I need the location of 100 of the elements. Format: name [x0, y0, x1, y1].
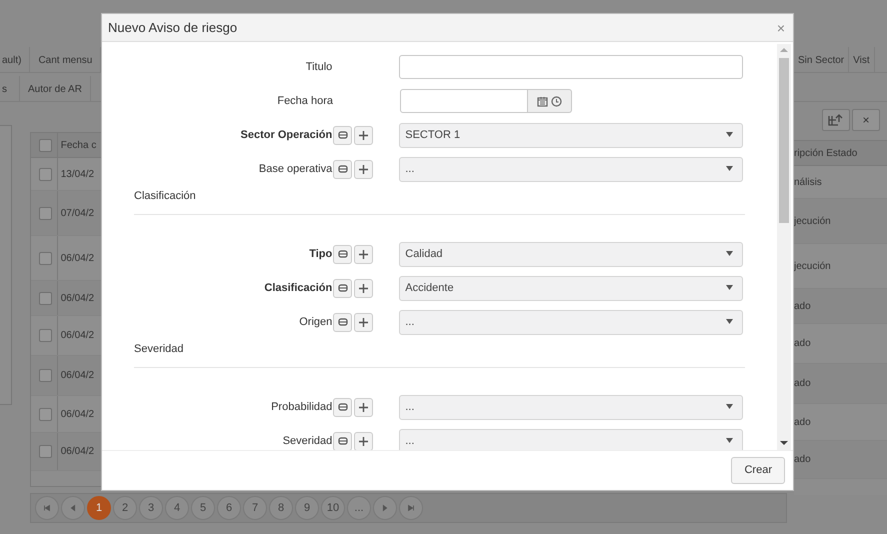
text-field[interactable] [399, 55, 743, 79]
table-cell-text: 07/04/2 [60, 206, 94, 220]
list-button[interactable] [333, 432, 352, 450]
tab[interactable]: s [0, 76, 20, 101]
calendar-icon [537, 96, 548, 106]
row-checkbox[interactable] [39, 168, 52, 180]
table-cell-text: jecución [794, 214, 831, 228]
page-button[interactable]: 5 [191, 496, 215, 520]
add-button[interactable] [354, 244, 374, 264]
page-button[interactable]: 7 [243, 496, 267, 520]
page-button[interactable]: ... [347, 496, 371, 520]
first-page-icon [42, 503, 52, 513]
page-nav-button[interactable] [35, 496, 59, 520]
page-nav-button[interactable] [61, 496, 85, 520]
tab[interactable]: Vist [849, 47, 875, 72]
field-label: Severidad [282, 434, 332, 449]
tab[interactable]: ault) [0, 47, 30, 72]
table-cell-text: jecución [794, 260, 831, 274]
clear-button[interactable]: × [852, 109, 880, 131]
list-button[interactable] [333, 126, 352, 144]
close-button[interactable]: × [776, 20, 785, 34]
list-icon [338, 165, 348, 173]
create-button[interactable]: Crear [731, 457, 785, 484]
page-button[interactable]: 6 [217, 496, 241, 520]
page-button[interactable]: 10 [321, 496, 345, 520]
clock-icon [551, 96, 562, 106]
list-button[interactable] [333, 244, 352, 264]
list-button[interactable] [333, 160, 352, 178]
page-nav-button[interactable] [399, 496, 423, 520]
select-field[interactable]: ... [399, 156, 743, 182]
select-field[interactable]: ... [399, 394, 743, 420]
field-label: Tipo [308, 246, 332, 262]
down-arrow-icon[interactable] [780, 440, 788, 446]
list-button[interactable] [333, 278, 352, 298]
page-button[interactable]: 8 [269, 496, 293, 520]
field-label: Fecha hora [276, 94, 333, 109]
select-value: ... [405, 434, 414, 449]
table-cell-text: 06/04/2 [60, 252, 94, 266]
table-cell-text: ado [794, 300, 811, 314]
list-button[interactable] [333, 398, 352, 416]
plus-icon [359, 318, 368, 326]
previous-page-icon [68, 503, 78, 513]
select-value: Accidente [405, 280, 454, 296]
last-page-icon [406, 503, 416, 513]
plus-icon [359, 164, 368, 174]
row-checkbox[interactable] [39, 206, 52, 220]
up-arrow-icon[interactable] [780, 47, 788, 53]
plus-icon [359, 436, 368, 446]
table-cell-text: 06/04/2 [60, 329, 94, 343]
column-header: ripción Estado [794, 146, 858, 160]
column-header: Fecha c [60, 138, 96, 152]
date-picker-button[interactable] [528, 89, 572, 113]
add-button[interactable] [354, 398, 374, 416]
select-field[interactable]: ... [399, 310, 743, 334]
row-checkbox[interactable] [39, 292, 52, 304]
select-field[interactable]: ... [399, 428, 743, 450]
table-cell-text: ado [794, 377, 811, 391]
plus-icon [359, 402, 368, 412]
add-button[interactable] [354, 278, 374, 298]
list-button[interactable] [333, 312, 352, 332]
field-label: Probabilidad [270, 400, 332, 415]
table-cell-text: 06/04/2 [60, 292, 94, 306]
select-field[interactable]: SECTOR 1 [399, 122, 743, 148]
add-button[interactable] [354, 312, 374, 332]
scrollbar[interactable] [777, 44, 791, 450]
page-button[interactable]: 2 [113, 496, 137, 520]
list-icon [338, 318, 348, 326]
table-cell-text: ado [794, 416, 811, 430]
list-icon [338, 437, 348, 445]
plus-icon [359, 250, 368, 258]
list-icon [338, 250, 348, 258]
select-field[interactable]: Calidad [399, 242, 743, 266]
select-value: SECTOR 1 [405, 128, 460, 143]
add-button[interactable] [354, 432, 374, 450]
dialog-title: Nuevo Aviso de riesgo [108, 18, 238, 37]
row-checkbox[interactable] [39, 445, 52, 458]
select-value: ... [405, 400, 414, 415]
row-checkbox[interactable] [39, 252, 52, 264]
select-value: ... [405, 162, 414, 177]
table-cell-text: 06/04/2 [60, 408, 94, 422]
page-button[interactable]: 1 [87, 496, 111, 520]
field-label: Origen [298, 314, 332, 330]
date-field[interactable] [400, 89, 528, 113]
checkbox[interactable] [39, 138, 52, 152]
row-checkbox[interactable] [39, 369, 52, 382]
select-value: Calidad [405, 246, 443, 262]
field-label: Sector Operación [240, 128, 332, 143]
table-cell-text: ado [794, 337, 811, 351]
row-checkbox[interactable] [39, 329, 52, 342]
select-field[interactable]: Accidente [399, 276, 743, 300]
add-button[interactable] [354, 160, 374, 178]
page-button[interactable]: 4 [165, 496, 189, 520]
export-button[interactable] [822, 109, 850, 131]
add-button[interactable] [354, 126, 374, 144]
row-checkbox[interactable] [39, 408, 52, 420]
table-cell-text: ado [794, 453, 811, 467]
tab[interactable]: Autor de AR [20, 76, 91, 101]
page-button[interactable]: 3 [139, 496, 163, 520]
page-nav-button[interactable] [373, 496, 397, 520]
page-button[interactable]: 9 [295, 496, 319, 520]
